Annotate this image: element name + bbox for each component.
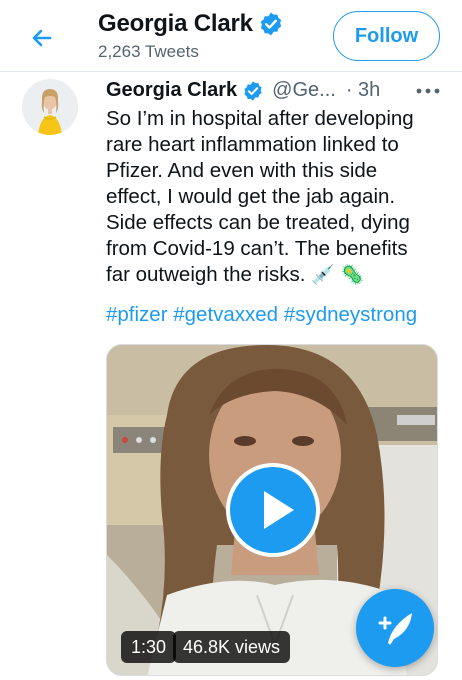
tweet-author-name[interactable]: Georgia Clark: [106, 79, 237, 102]
compose-tweet-icon: [378, 613, 412, 645]
hashtag-link[interactable]: #getvaxxed: [173, 303, 278, 326]
hashtag-link[interactable]: #pfizer: [106, 303, 168, 326]
hashtags: #pfizer #getvaxxed #sydneystrong: [106, 302, 417, 328]
profile-header: Georgia Clark 2,263 Tweets Follow: [0, 0, 462, 72]
play-button[interactable]: [226, 463, 320, 557]
hashtag-link[interactable]: #sydneystrong: [284, 303, 417, 326]
verified-badge-icon: [244, 80, 262, 101]
video-duration: 1:30: [121, 631, 177, 663]
play-icon: [264, 491, 294, 529]
tweet-count: 2,263 Tweets: [98, 42, 199, 61]
syringe-emoji: 💉: [311, 265, 335, 286]
header-title: Georgia Clark: [98, 10, 284, 38]
compose-tweet-button[interactable]: [356, 589, 434, 667]
video-views: 46.8K views: [173, 631, 291, 663]
microbe-emoji: 🦠: [340, 265, 365, 286]
tweet-body: So I’m in hospital after developing rare…: [106, 107, 414, 286]
tweet-header: Georgia Clark @Ge... · 3h: [106, 79, 380, 102]
tweet-author-handle[interactable]: @Ge...: [272, 79, 336, 102]
verified-badge-icon: [260, 12, 281, 36]
back-arrow-icon[interactable]: [26, 22, 58, 54]
follow-button[interactable]: Follow: [333, 11, 440, 61]
tweet-text: So I’m in hospital after developing rare…: [106, 106, 451, 289]
avatar[interactable]: [22, 79, 78, 135]
profile-name: Georgia Clark: [98, 10, 253, 37]
more-options-icon[interactable]: [414, 83, 442, 99]
tweet-timestamp[interactable]: · 3h: [346, 79, 380, 102]
